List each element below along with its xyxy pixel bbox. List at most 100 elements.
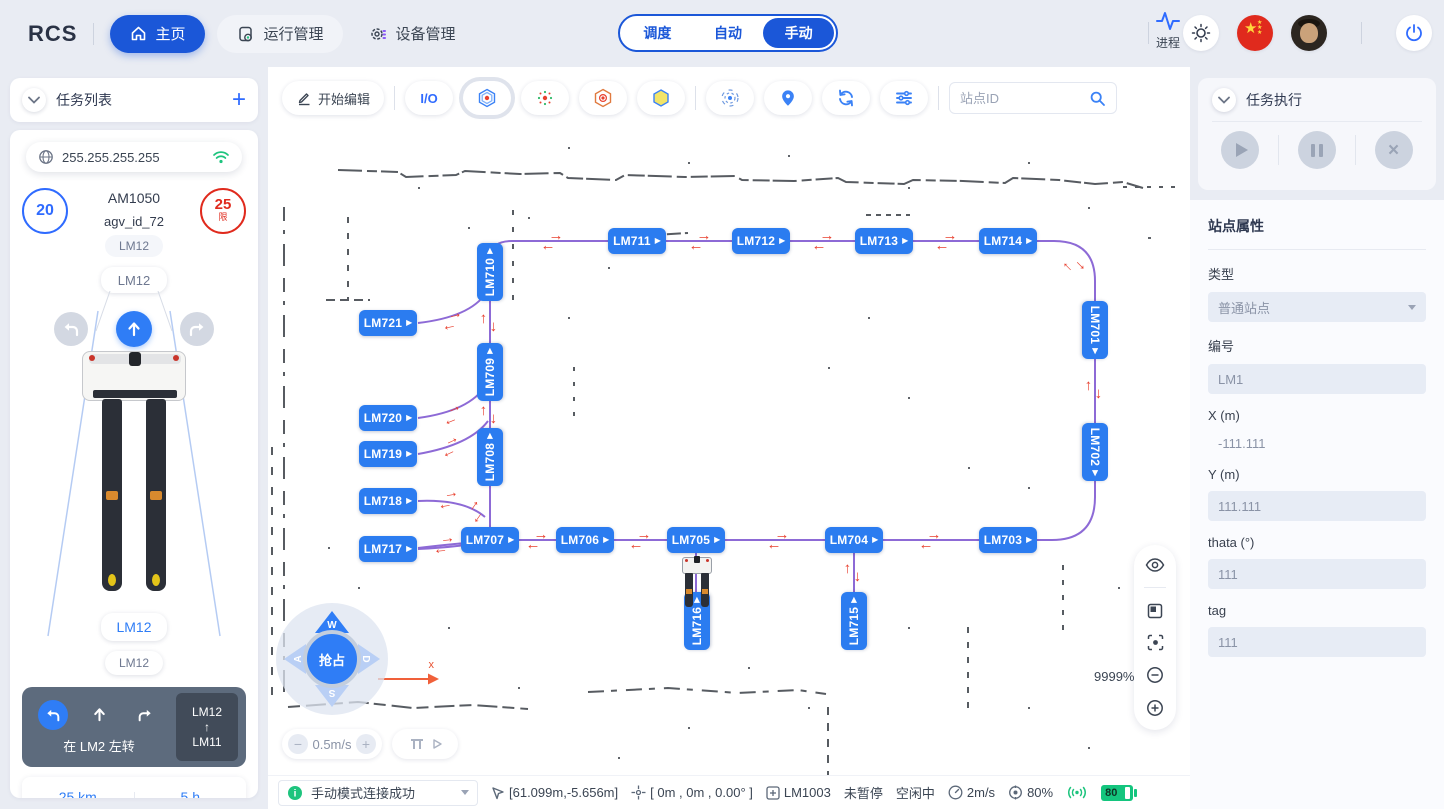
robot-pose: [ 0m , 0m , 0.00° ] [631, 785, 753, 800]
map-node-LM717[interactable]: LM717▶ [359, 536, 417, 562]
agv-ip-address: 255.255.255.255 [62, 150, 204, 165]
field-y: Y (m) [1208, 467, 1426, 521]
layer-target-button[interactable] [579, 81, 627, 115]
agv-robot[interactable] [682, 557, 712, 609]
mode-manual[interactable]: 手动 [763, 18, 834, 48]
station-tag: LM12 [105, 651, 163, 675]
station-properties-panel: 站点属性 类型 普通站点 编号 X (m) -111.111 Y (m) [1190, 200, 1444, 809]
relocate-button[interactable] [706, 81, 754, 115]
trip-hours: 5 h [179, 789, 202, 799]
map-node-LM705[interactable]: LM705▶ [667, 527, 725, 553]
code-input[interactable] [1208, 364, 1426, 394]
tag-input[interactable] [1208, 627, 1426, 657]
search-icon[interactable] [1089, 90, 1106, 107]
fork-action-button[interactable] [392, 729, 458, 759]
layer-zone-button[interactable] [637, 81, 685, 115]
agv-id: agv_id_72 [68, 214, 200, 229]
theme-toggle-button[interactable] [1183, 15, 1219, 51]
zoom-out-button[interactable] [1146, 666, 1164, 684]
map-node-LM702[interactable]: LM702▶ [1082, 423, 1108, 481]
map-node-LM704[interactable]: LM704▶ [825, 527, 883, 553]
mode-auto[interactable]: 自动 [693, 18, 764, 48]
center-focus-button[interactable] [1147, 634, 1164, 651]
minimap-button[interactable] [1147, 603, 1163, 619]
map-node-LM711[interactable]: LM711▶ [608, 228, 666, 254]
user-avatar[interactable] [1291, 15, 1327, 51]
agv-ip-row[interactable]: 255.255.255.255 [26, 142, 242, 172]
power-button[interactable] [1396, 15, 1432, 51]
collapse-task-list-button[interactable] [22, 88, 46, 112]
task-play-button[interactable] [1221, 131, 1259, 169]
route-arrow: ↑ [204, 720, 210, 735]
visibility-button[interactable] [1145, 558, 1165, 572]
flag-star-icon: ★ [1244, 19, 1257, 37]
zoom-in-button[interactable] [1146, 699, 1164, 717]
speed-decrease-button[interactable]: − [288, 734, 308, 754]
theta-input[interactable] [1208, 559, 1426, 589]
layer-pointcloud-button[interactable] [521, 81, 569, 115]
map-canvas[interactable]: LM711▶ LM712▶ LM713▶ LM714▶ LM710▶ LM721▶ LM70… [268, 67, 1190, 809]
mode-dispatch[interactable]: 调度 [622, 18, 693, 48]
map-node-LM709[interactable]: LM709▶ [477, 343, 503, 401]
map-node-LM715[interactable]: LM715▶ [841, 592, 867, 650]
radar-icon [720, 88, 740, 108]
add-task-button[interactable]: + [232, 89, 246, 111]
map-node-LM710[interactable]: LM710▶ [477, 243, 503, 301]
connection-message[interactable]: i 手动模式连接成功 [278, 780, 478, 806]
layer-stations-button[interactable] [463, 81, 511, 115]
map-node-LM706[interactable]: LM706▶ [556, 527, 614, 553]
map-node-LM707[interactable]: LM707▶ [461, 527, 519, 553]
language-flag-button[interactable]: ★ ★★★ [1237, 15, 1273, 51]
filter-settings-button[interactable] [880, 81, 928, 115]
map-node-LM708[interactable]: LM708▶ [477, 428, 503, 486]
route-paths [268, 67, 1190, 809]
locate-button[interactable] [764, 81, 812, 115]
left-sidebar: 任务列表 + 255.255.255.255 20 AM1050 agv_id_… [0, 67, 268, 809]
map-panel[interactable]: LM711▶ LM712▶ LM713▶ LM714▶ LM710▶ LM721▶ LM70… [268, 67, 1190, 809]
type-select[interactable]: 普通站点 [1208, 292, 1426, 322]
map-node-LM701[interactable]: LM701▶ [1082, 301, 1108, 359]
route-to: LM11 [192, 735, 221, 750]
station-search-input[interactable] [960, 91, 1083, 106]
io-button[interactable]: I/O [405, 81, 453, 115]
tab-devices-label: 设备管理 [395, 23, 455, 44]
map-node-LM719[interactable]: LM719▶ [359, 441, 417, 467]
map-view-controls: 9999% [1134, 545, 1176, 730]
divider [93, 23, 94, 45]
refresh-icon [836, 88, 856, 108]
agv-visual [18, 351, 250, 611]
map-node-LM713[interactable]: LM713▶ [855, 228, 913, 254]
task-cancel-button[interactable]: × [1375, 131, 1413, 169]
speed-increase-button[interactable]: + [356, 734, 376, 754]
divider [1148, 22, 1149, 44]
map-node-LM714[interactable]: LM714▶ [979, 228, 1037, 254]
work-state: 空闲中 [896, 783, 935, 802]
tab-home[interactable]: 主页 [110, 15, 205, 53]
station-tag: LM12 [105, 235, 163, 257]
joystick-control: W A D S 抢占 [276, 603, 388, 715]
map-node-LM718[interactable]: LM718▶ [359, 488, 417, 514]
start-edit-button[interactable]: 开始编辑 [282, 81, 384, 115]
map-pin-icon [779, 88, 797, 108]
map-node-LM703[interactable]: LM703▶ [979, 527, 1037, 553]
map-node-LM720[interactable]: LM720▶ [359, 405, 417, 431]
chevron-down-icon [28, 96, 40, 104]
task-pause-button[interactable] [1298, 131, 1336, 169]
collapse-task-exec-button[interactable] [1212, 88, 1236, 112]
mode-toggle: 调度 自动 手动 [618, 14, 838, 52]
signal-icon [1066, 785, 1088, 800]
map-node-LM721[interactable]: LM721▶ [359, 310, 417, 336]
odometer-stats: 25 km 650 km 5 h 850 h [22, 777, 246, 798]
zoom-level: 9999% [1094, 669, 1134, 684]
seize-control-button[interactable]: 抢占 [303, 630, 361, 688]
station-tag: LM12 [101, 267, 167, 293]
straight-icon [84, 700, 114, 730]
field-theta: thata (°) [1208, 535, 1426, 589]
tab-operations[interactable]: 运行管理 [217, 15, 343, 53]
target-icon [1008, 785, 1023, 800]
current-station: LM1003 [766, 785, 831, 800]
tab-devices[interactable]: 设备管理 [349, 15, 475, 53]
y-input[interactable] [1208, 491, 1426, 521]
map-node-LM712[interactable]: LM712▶ [732, 228, 790, 254]
refresh-button[interactable] [822, 81, 870, 115]
